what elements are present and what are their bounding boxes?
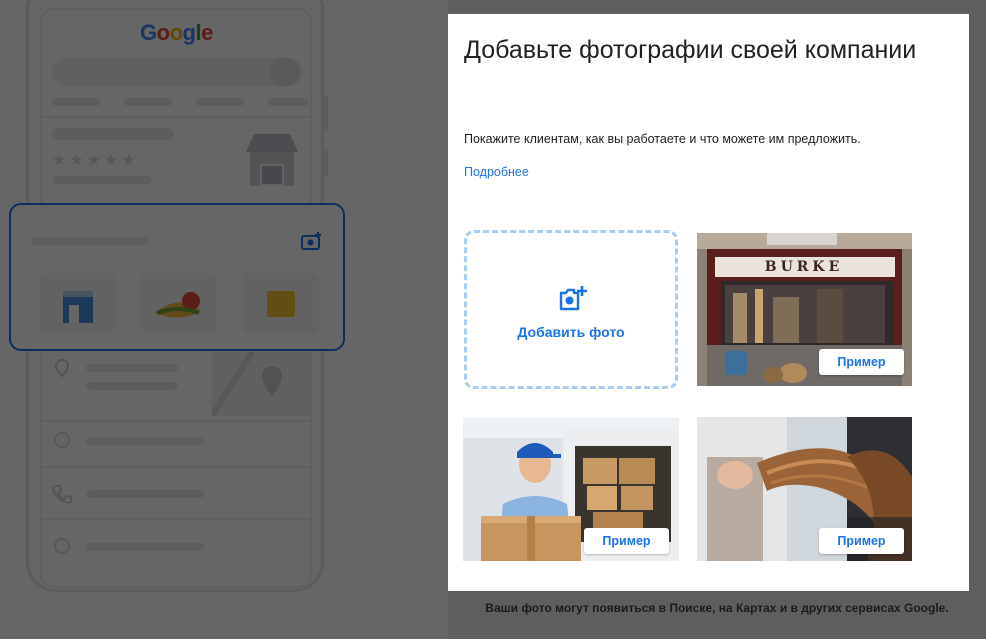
store-sign-text: BURKE (765, 259, 844, 275)
example-button-delivery[interactable]: Пример (584, 528, 669, 554)
add-photo-button[interactable]: Добавить фото (464, 230, 678, 389)
example-button-hairdresser[interactable]: Пример (819, 528, 904, 554)
example-photo-hairdresser: Пример (697, 417, 912, 561)
example-photo-delivery: Пример (463, 418, 679, 561)
learn-more-link[interactable]: Подробнее (464, 165, 529, 179)
add-photo-label: Добавить фото (517, 324, 625, 340)
modal-overlay[interactable] (0, 0, 448, 639)
background-illustration: Google ★★★★★ (0, 0, 448, 639)
add-photos-dialog: Добавьте фотографии своей компании Покаж… (448, 14, 969, 591)
example-photo-storefront: BURKE Пример (697, 233, 912, 386)
footer-note: Ваши фото могут появиться в Поиске, на К… (485, 601, 949, 615)
dialog-title: Добавьте фотографии своей компании (464, 36, 917, 64)
dialog-description: Покажите клиентам, как вы работаете и чт… (464, 132, 861, 146)
add-photo-icon (559, 286, 587, 311)
example-button-storefront[interactable]: Пример (819, 349, 904, 375)
